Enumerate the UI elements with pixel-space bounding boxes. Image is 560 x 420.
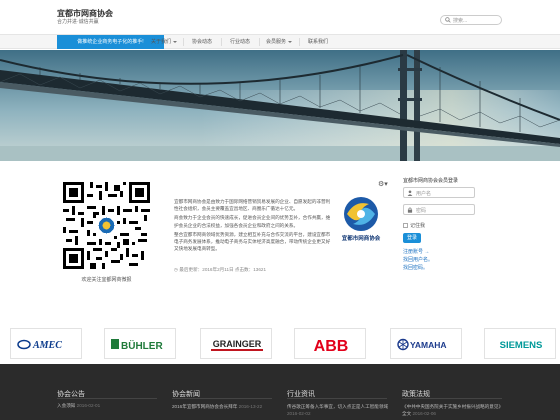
logo-text: 宜都市网商协会 (342, 234, 381, 242)
svg-text:SIEMENS: SIEMENS (500, 340, 543, 351)
intro-paragraph: 整合宜都市网商领域优势资源，建立相互补充与合作交流的平台，建设宜都市电子商务发展… (174, 231, 331, 252)
chevron-down-icon (288, 40, 292, 43)
hero-banner (0, 50, 560, 161)
lock-icon (407, 207, 413, 213)
search-placeholder: 搜索... (453, 18, 468, 24)
partner-logo-yamaha[interactable]: YAMAHA (390, 328, 462, 359)
forgot-password-link[interactable]: 找回密码。 (403, 264, 428, 271)
association-logo: 宜都市网商协会 (333, 190, 390, 247)
search-input[interactable]: 搜索... (440, 15, 502, 25)
nav-item-industry-news[interactable]: 行业动态 (222, 35, 258, 49)
forgot-username-link[interactable]: 找回用户名。 (403, 256, 433, 263)
login-title: 宜都市网商协会会员登录 (403, 178, 459, 184)
intro-paragraph: 宜都市网商协会是由致力于国际网络营销贸易发展的企业、自愿发起的非营利性社会组织，… (174, 199, 331, 212)
svg-text:ABB: ABB (314, 338, 349, 355)
user-icon (407, 190, 413, 196)
register-link[interactable]: 注册账号 → (403, 248, 429, 255)
partner-logo-siemens[interactable]: SIEMENS (484, 328, 556, 359)
footer-link[interactable]: 传谷歌正筹备入华事宜，切入点正是人工智能领域 2016-02-02 (287, 403, 395, 417)
article-meta: ◷ 最后更新：2016年2月11日 点击数：13621 (174, 267, 267, 272)
username-field[interactable]: 用户名 (403, 187, 475, 198)
footer-link[interactable]: 2016年宜都市网商协会会长拜年 2016-13-22 (172, 403, 272, 410)
partner-logo-buhler[interactable]: BÜHLER (104, 328, 176, 359)
site-header: 宜都市网商协会 合力并进·诚信共赢 搜索... (0, 0, 560, 32)
nav-item-association-news[interactable]: 协会动态 (184, 35, 220, 49)
login-button[interactable]: 登录 (403, 233, 421, 243)
svg-text:GRAINGER: GRAINGER (213, 339, 262, 349)
search-icon (445, 17, 451, 23)
partner-logos: AMEC BÜHLER GRAINGER ABB YAMAHA SIEMENS (0, 318, 560, 364)
nav-item-member-services[interactable]: 会员服务 (260, 35, 298, 49)
nav-item-about[interactable]: 关于我们 (146, 35, 182, 49)
bridge-banner-image (0, 50, 560, 161)
site-slogan: 合力并进·诚信共赢 (57, 19, 99, 25)
partner-logo-amec[interactable]: AMEC (10, 328, 82, 359)
remember-me[interactable]: 记住我 (403, 222, 425, 229)
gear-icon[interactable]: ⚙▾ (378, 180, 388, 188)
association-intro: 宜都市网商协会是由致力于国际网络营销贸易发展的企业、自愿发起的非营利性社会组织，… (174, 198, 332, 254)
chevron-down-icon (173, 40, 177, 43)
partner-logo-abb[interactable]: ABB (294, 328, 366, 359)
qr-caption: 欢迎关注宜都网商微报 (81, 277, 132, 283)
intro-paragraph: 商会致力于企业会员的快速成长，促进会员企业间的优势互补，合作共赢，维护会员企业的… (174, 215, 331, 228)
password-field[interactable]: 密码 (403, 204, 475, 215)
footer-link[interactable]: 入会须知 2016-02-01 (57, 403, 100, 409)
svg-text:AMEC: AMEC (32, 340, 62, 351)
nav-item-contact[interactable]: 联系我们 (300, 35, 336, 49)
svg-text:YAMAHA: YAMAHA (410, 340, 447, 350)
partner-logo-grainger[interactable]: GRAINGER (200, 328, 272, 359)
main-nav: 做推统企业商务电子化的推手! 关于我们 协会动态 行业动态 会员服务 联系我们 (0, 34, 560, 49)
remember-checkbox[interactable] (403, 223, 408, 229)
svg-text:BÜHLER: BÜHLER (121, 339, 163, 352)
footer-link[interactable]: 《中共中央国务院关于实施乡村振兴战略的意见》全文 2016-02-06 (402, 403, 502, 417)
qr-code (63, 182, 150, 269)
